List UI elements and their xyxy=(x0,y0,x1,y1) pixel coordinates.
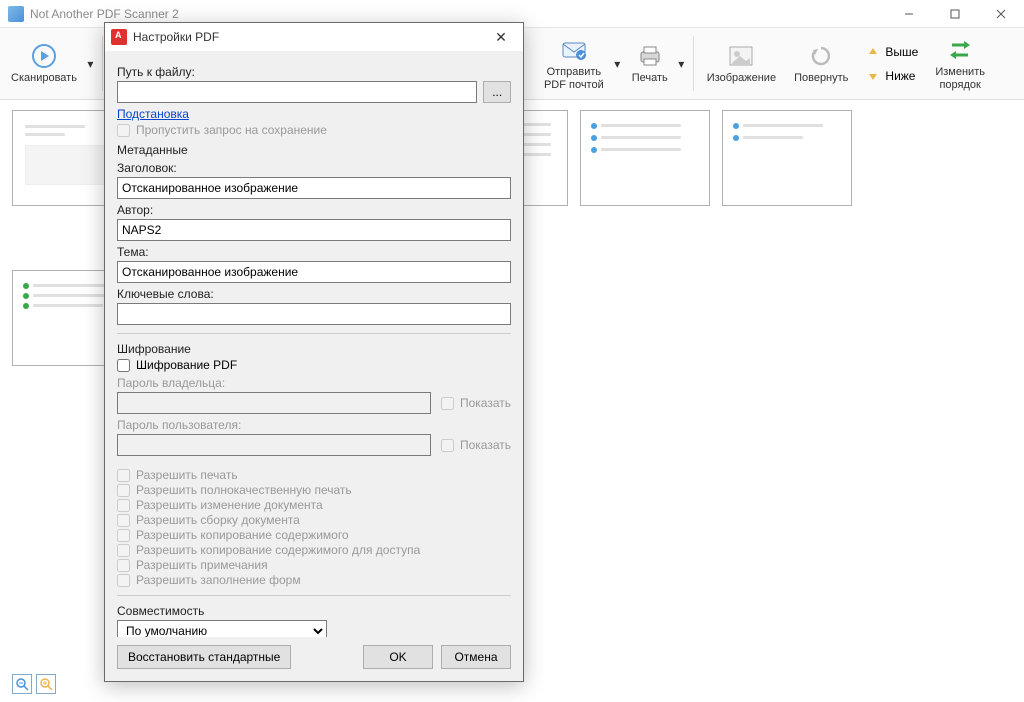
scan-dropdown[interactable]: ▾ xyxy=(83,57,97,71)
ok-button[interactable]: OK xyxy=(363,645,433,669)
perm-form-checkbox: Разрешить заполнение форм xyxy=(117,573,511,587)
dialog-title: Настройки PDF xyxy=(133,30,485,44)
envelope-icon xyxy=(560,36,588,64)
user-password-input xyxy=(117,434,431,456)
move-down-label: Ниже xyxy=(885,69,915,83)
print-label: Печать xyxy=(632,72,668,84)
dialog-footer: Восстановить стандартные OK Отмена xyxy=(105,637,523,681)
encryption-header: Шифрование xyxy=(117,342,511,356)
author-label: Автор: xyxy=(117,203,511,217)
dialog-titlebar: Настройки PDF ✕ xyxy=(105,23,523,51)
move-buttons: Выше Ниже xyxy=(857,30,926,97)
path-input[interactable] xyxy=(117,81,477,103)
zoom-out-button[interactable] xyxy=(12,674,32,694)
author-input[interactable] xyxy=(117,219,511,241)
app-icon xyxy=(8,6,24,22)
rotate-button[interactable]: Повернуть xyxy=(785,30,857,97)
send-pdf-label: Отправить PDF почтой xyxy=(544,66,604,90)
zoom-controls xyxy=(12,674,56,694)
window-title: Not Another PDF Scanner 2 xyxy=(30,7,1016,21)
thumbnail[interactable] xyxy=(722,110,852,206)
encrypt-pdf-checkbox[interactable]: Шифрование PDF xyxy=(117,358,511,372)
substitution-link[interactable]: Подстановка xyxy=(117,107,189,121)
pdf-icon xyxy=(111,29,127,45)
image-label: Изображение xyxy=(707,72,776,84)
keywords-input[interactable] xyxy=(117,303,511,325)
close-button[interactable] xyxy=(978,0,1024,28)
compat-header: Совместимость xyxy=(117,604,511,618)
maximize-button[interactable] xyxy=(932,0,978,28)
arrow-up-icon xyxy=(865,44,881,60)
perm-annot-checkbox: Разрешить примечания xyxy=(117,558,511,572)
keywords-label: Ключевые слова: xyxy=(117,287,511,301)
print-button[interactable]: Печать ▾ xyxy=(625,30,689,97)
restore-defaults-button[interactable]: Восстановить стандартные xyxy=(117,645,291,669)
thumbnail[interactable] xyxy=(580,110,710,206)
zoom-in-button[interactable] xyxy=(36,674,56,694)
path-label: Путь к файлу: xyxy=(117,65,511,79)
arrow-down-icon xyxy=(865,68,881,84)
subject-input[interactable] xyxy=(117,261,511,283)
skip-save-prompt-checkbox: Пропустить запрос на сохранение xyxy=(117,123,511,137)
pdf-settings-dialog: Настройки PDF ✕ Путь к файлу: ... Подста… xyxy=(104,22,524,682)
send-pdf-dropdown[interactable]: ▾ xyxy=(610,57,624,71)
printer-icon xyxy=(636,42,664,70)
metadata-header: Метаданные xyxy=(117,143,511,157)
user-password-label: Пароль пользователя: xyxy=(117,418,511,432)
show-owner-password-checkbox: Показать xyxy=(441,396,511,410)
perm-modify-checkbox: Разрешить изменение документа xyxy=(117,498,511,512)
owner-password-input xyxy=(117,392,431,414)
scan-label: Сканировать xyxy=(11,72,77,84)
image-icon xyxy=(727,42,755,70)
move-down-button[interactable]: Ниже xyxy=(861,66,922,86)
title-label: Заголовок: xyxy=(117,161,511,175)
image-button[interactable]: Изображение xyxy=(698,30,785,97)
send-pdf-button[interactable]: Отправить PDF почтой ▾ xyxy=(537,30,625,97)
move-up-button[interactable]: Выше xyxy=(861,42,922,62)
reorder-button[interactable]: Изменить порядок xyxy=(926,30,994,97)
title-input[interactable] xyxy=(117,177,511,199)
subject-label: Тема: xyxy=(117,245,511,259)
skip-save-prompt-label: Пропустить запрос на сохранение xyxy=(136,123,327,137)
rotate-label: Повернуть xyxy=(794,72,848,84)
move-up-label: Выше xyxy=(885,45,918,59)
perm-assembly-checkbox: Разрешить сборку документа xyxy=(117,513,511,527)
show-user-password-checkbox: Показать xyxy=(441,438,511,452)
perm-hqprint-checkbox: Разрешить полнокачественную печать xyxy=(117,483,511,497)
reorder-icon xyxy=(946,36,974,64)
rotate-icon xyxy=(807,42,835,70)
perm-copyaccess-checkbox: Разрешить копирование содержимого для до… xyxy=(117,543,511,557)
dialog-close-button[interactable]: ✕ xyxy=(485,25,517,49)
perm-print-checkbox: Разрешить печать xyxy=(117,468,511,482)
scan-button[interactable]: Сканировать ▾ xyxy=(4,30,98,97)
play-icon xyxy=(30,42,58,70)
print-dropdown[interactable]: ▾ xyxy=(674,57,688,71)
owner-password-label: Пароль владельца: xyxy=(117,376,511,390)
cancel-button[interactable]: Отмена xyxy=(441,645,511,669)
browse-button[interactable]: ... xyxy=(483,81,511,103)
perm-copy-checkbox: Разрешить копирование содержимого xyxy=(117,528,511,542)
encrypt-pdf-label: Шифрование PDF xyxy=(136,358,237,372)
minimize-button[interactable] xyxy=(886,0,932,28)
reorder-label: Изменить порядок xyxy=(935,66,985,90)
compat-select[interactable]: По умолчанию xyxy=(117,620,327,637)
